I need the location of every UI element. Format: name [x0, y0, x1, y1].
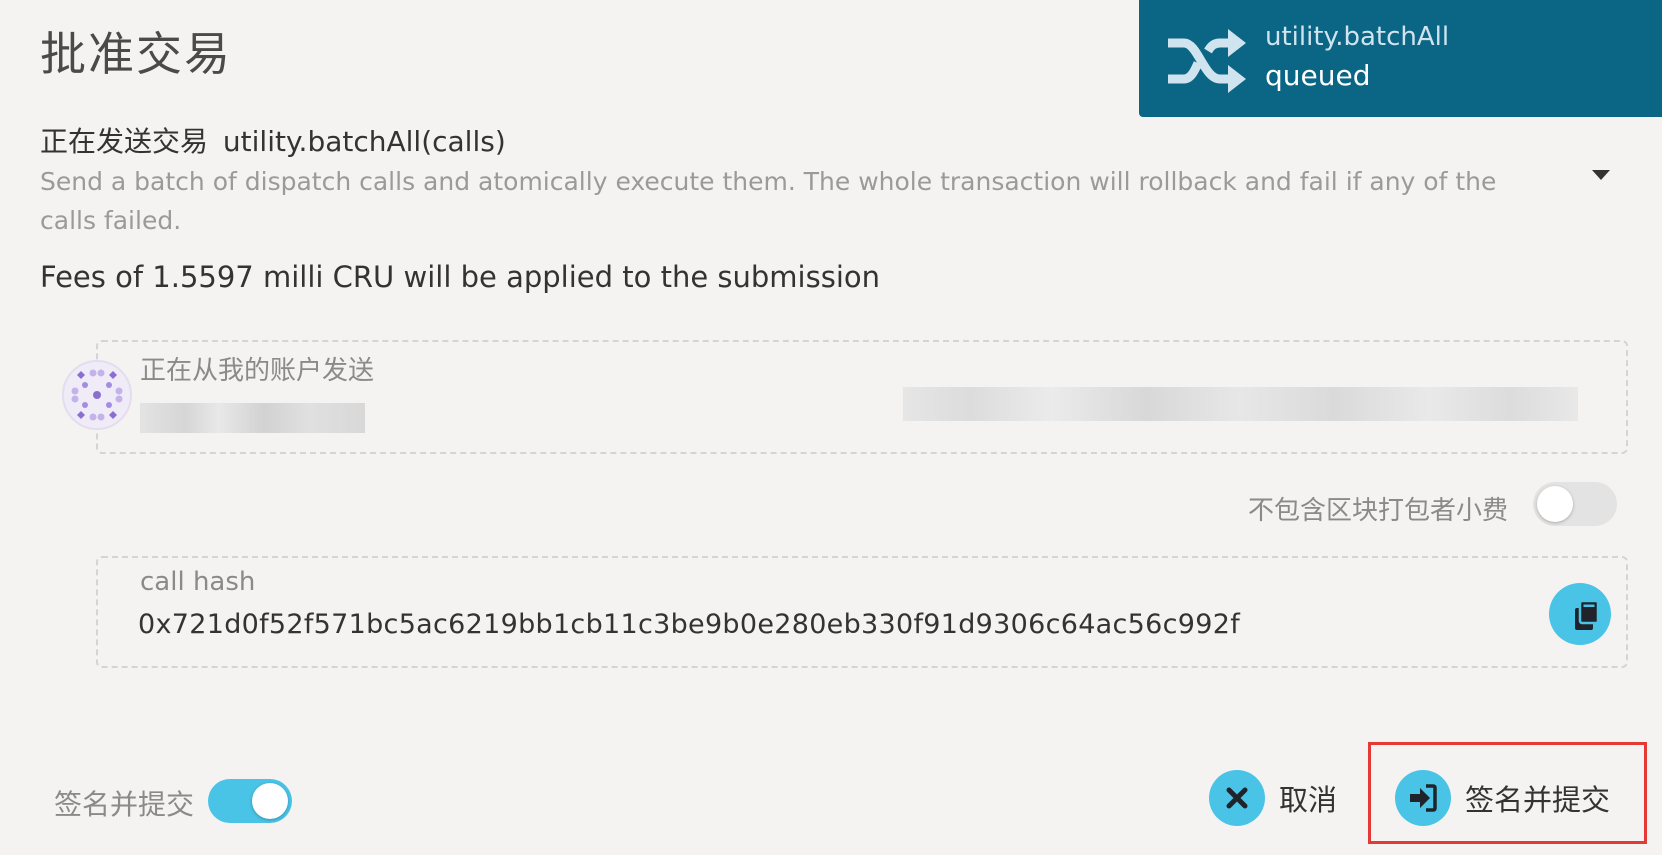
expand-details-icon[interactable] — [1592, 170, 1610, 180]
identicon-pattern — [71, 369, 123, 421]
exclude-tip-label: 不包含区块打包者小费 — [1248, 496, 1509, 526]
toast-action-name: utility.batchAll — [1265, 22, 1450, 52]
exclude-tip-toggle[interactable] — [1533, 482, 1617, 526]
call-hash-label: call hash — [140, 567, 256, 597]
fees-notice: Fees of 1.5597 milli CRU will be applied… — [40, 260, 880, 294]
toast-status-text: queued — [1265, 59, 1371, 92]
cancel-button-label: 取消 — [1279, 783, 1338, 817]
approve-transaction-modal: 批准交易 utility.batchAll queued 正在发送交易 util… — [0, 0, 1662, 855]
sender-account-label: 正在从我的账户发送 — [140, 356, 375, 386]
sign-and-submit-toggle-label: 签名并提交 — [54, 788, 195, 821]
call-heading-prefix: 正在发送交易 — [40, 125, 209, 158]
sign-in-icon — [1395, 770, 1451, 826]
account-identicon — [62, 360, 132, 430]
close-icon — [1209, 770, 1265, 826]
cancel-button[interactable]: 取消 — [1209, 770, 1337, 826]
call-description: Send a batch of dispatch calls and atomi… — [40, 167, 1497, 235]
redacted-account-address — [903, 387, 1578, 421]
shuffle-icon — [1168, 29, 1246, 93]
sign-and-submit-button[interactable]: 签名并提交 — [1395, 770, 1610, 826]
call-signature: utility.batchAll(calls) — [222, 125, 506, 158]
toggle-knob — [1537, 486, 1573, 522]
call-hash-value: 0x721d0f52f571bc5ac6219bb1cb11c3be9b0e28… — [138, 609, 1241, 640]
call-heading: 正在发送交易 utility.batchAll(calls) — [40, 120, 506, 160]
redacted-account-name — [140, 403, 365, 433]
transaction-status-toast[interactable]: utility.batchAll queued — [1139, 0, 1662, 117]
copy-hash-button[interactable] — [1549, 583, 1611, 645]
sign-and-submit-toggle[interactable] — [208, 779, 292, 823]
modal-title: 批准交易 — [40, 27, 232, 81]
toggle-knob — [252, 783, 288, 819]
sign-and-submit-button-label: 签名并提交 — [1465, 783, 1611, 817]
copy-icon — [1575, 599, 1600, 630]
